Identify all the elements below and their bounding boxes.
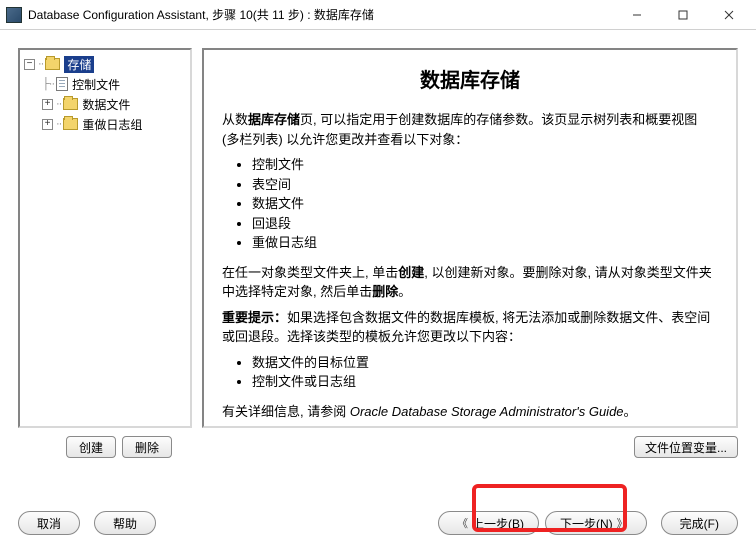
folder-icon xyxy=(45,58,60,70)
content-panel: 数据库存储 从数据库存储页, 可以指定用于创建数据库的存储参数。该页显示树列表和… xyxy=(202,48,738,428)
folder-icon xyxy=(63,118,78,130)
collapse-icon[interactable]: − xyxy=(24,59,35,70)
back-button[interactable]: 《 上一步(B) xyxy=(438,511,539,535)
tree-item-redo-log-groups[interactable]: + ·· 重做日志组 xyxy=(24,114,186,134)
maximize-button[interactable] xyxy=(660,0,706,30)
guide-reference: 有关详细信息, 请参阅 Oracle Database Storage Admi… xyxy=(222,402,718,422)
important-tip-paragraph: 重要提示：如果选择包含数据文件的数据库模板, 将无法添加或删除数据文件、表空间或… xyxy=(222,308,718,347)
intro-paragraph: 从数据库存储页, 可以指定用于创建数据库的存储参数。该页显示树列表和概要视图 (… xyxy=(222,110,718,149)
finish-button[interactable]: 完成(F) xyxy=(661,511,738,535)
list-item: 数据文件 xyxy=(252,194,718,214)
chevron-left-icon: 《 xyxy=(457,515,468,531)
chevron-right-icon: 》 xyxy=(617,515,628,531)
page-icon xyxy=(56,77,68,91)
list-item: 控制文件 xyxy=(252,155,718,175)
tree-root-storage[interactable]: − ·· 存储 xyxy=(24,54,186,74)
page-heading: 数据库存储 xyxy=(222,66,718,96)
list-item: 回退段 xyxy=(252,214,718,234)
file-location-vars-button[interactable]: 文件位置变量... xyxy=(634,436,738,458)
create-button[interactable]: 创建 xyxy=(66,436,116,458)
title-bar: Database Configuration Assistant, 步骤 10(… xyxy=(0,0,756,30)
list-item: 数据文件的目标位置 xyxy=(252,353,718,373)
tree-root-label: 存储 xyxy=(64,56,94,73)
editable-items-list: 数据文件的目标位置 控制文件或日志组 xyxy=(252,353,718,392)
create-delete-paragraph: 在任一对象类型文件夹上, 单击创建, 以创建新对象。要删除对象, 请从对象类型文… xyxy=(222,263,718,302)
tree-item-control-files[interactable]: ├·· 控制文件 xyxy=(24,74,186,94)
back-label: 上一步(B) xyxy=(472,515,524,532)
next-label: 下一步(N) xyxy=(560,515,613,532)
expand-icon[interactable]: + xyxy=(42,99,53,110)
next-button[interactable]: 下一步(N) 》 xyxy=(545,511,647,535)
storage-tree[interactable]: − ·· 存储 ├·· 控制文件 + ·· 数据文件 + ·· 重做日志组 xyxy=(18,48,192,428)
tree-item-label: 数据文件 xyxy=(82,96,130,113)
minimize-button[interactable] xyxy=(614,0,660,30)
folder-icon xyxy=(63,98,78,110)
window-title: Database Configuration Assistant, 步骤 10(… xyxy=(28,6,614,23)
close-button[interactable] xyxy=(706,0,752,30)
tree-item-label: 重做日志组 xyxy=(82,116,142,133)
cancel-button[interactable]: 取消 xyxy=(18,511,80,535)
tree-item-data-files[interactable]: + ·· 数据文件 xyxy=(24,94,186,114)
tree-item-label: 控制文件 xyxy=(72,76,120,93)
list-item: 控制文件或日志组 xyxy=(252,372,718,392)
delete-button[interactable]: 删除 xyxy=(122,436,172,458)
object-types-list: 控制文件 表空间 数据文件 回退段 重做日志组 xyxy=(252,155,718,253)
expand-icon[interactable]: + xyxy=(42,119,53,130)
list-item: 表空间 xyxy=(252,175,718,195)
help-button[interactable]: 帮助 xyxy=(94,511,156,535)
app-icon xyxy=(6,7,22,23)
list-item: 重做日志组 xyxy=(252,233,718,253)
